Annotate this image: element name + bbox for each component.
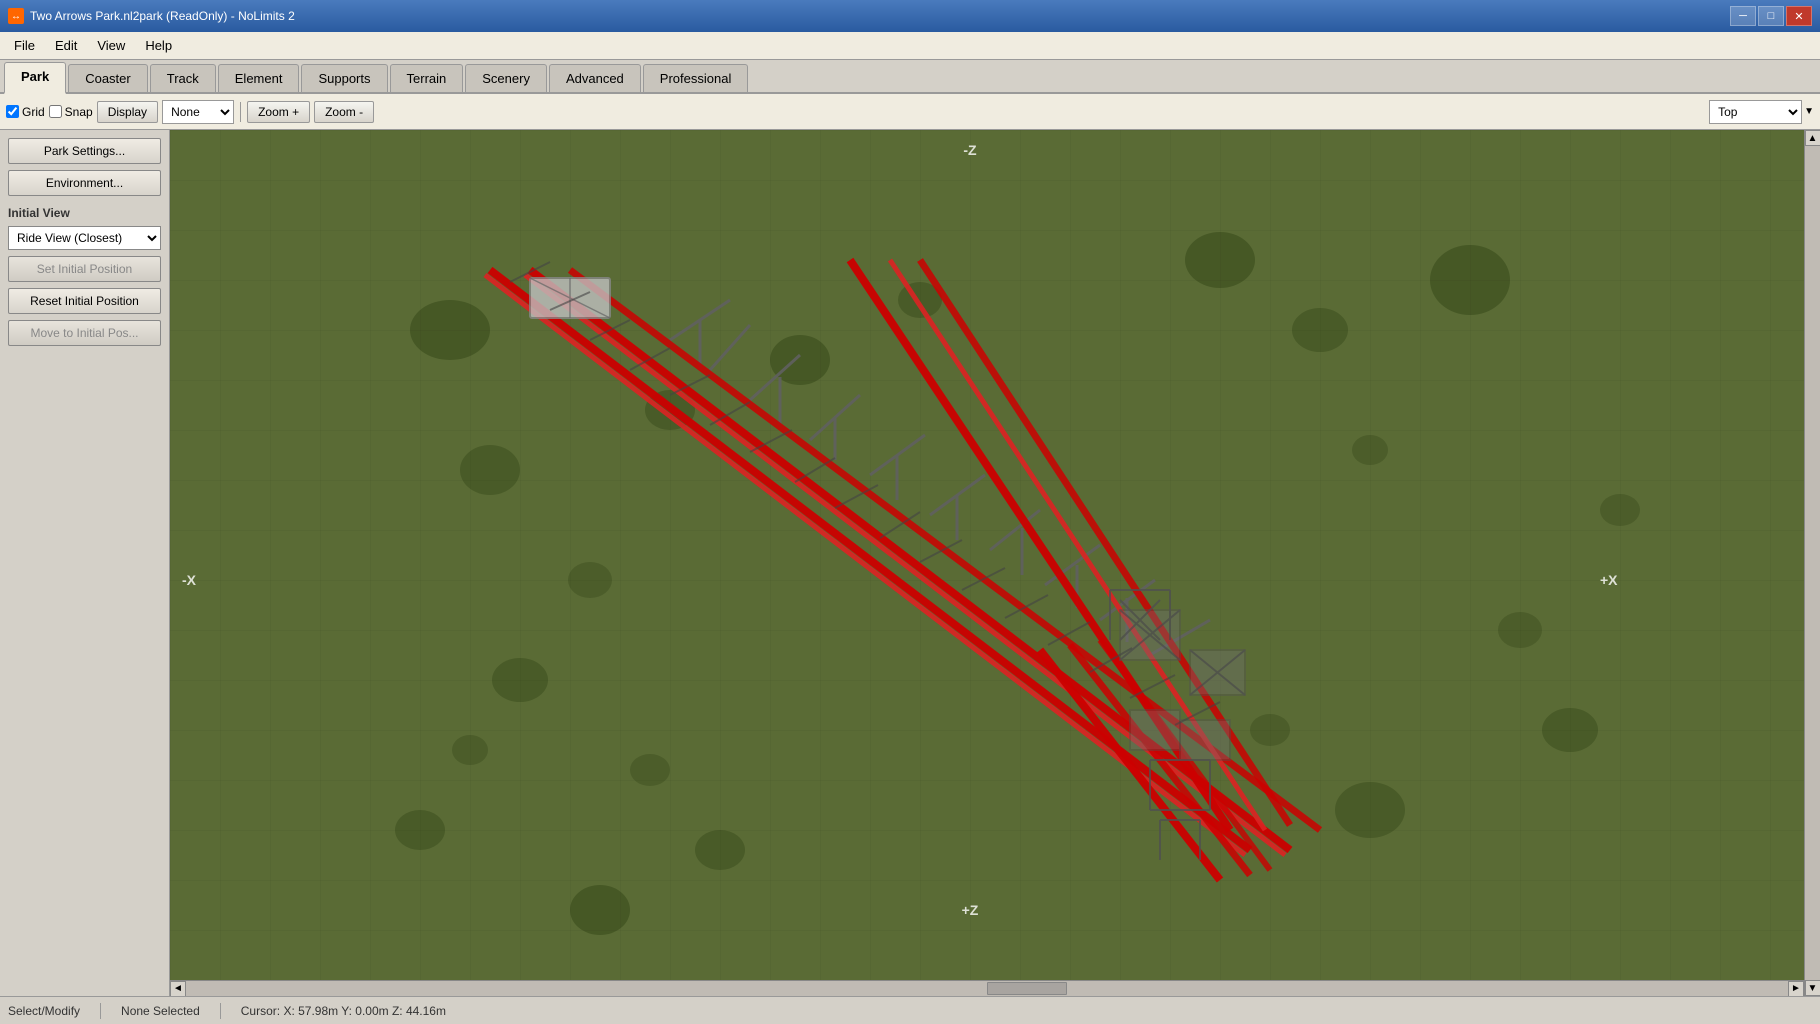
status-mode: Select/Modify	[8, 1004, 80, 1018]
minus-z-label: -Z	[963, 142, 977, 158]
grid-checkbox[interactable]	[6, 105, 19, 118]
window-controls: ─ □ ✕	[1730, 6, 1812, 26]
horizontal-scrollbar: ◄ ►	[170, 980, 1804, 996]
vscroll-down-arrow[interactable]: ▼	[1805, 980, 1820, 996]
reset-initial-position-button[interactable]: Reset Initial Position	[8, 288, 161, 314]
menu-help[interactable]: Help	[135, 34, 182, 57]
tab-scenery[interactable]: Scenery	[465, 64, 547, 92]
environment-button[interactable]: Environment...	[8, 170, 161, 196]
tab-element[interactable]: Element	[218, 64, 300, 92]
viewport-canvas: -Z +Z -X +X	[170, 130, 1804, 996]
hscroll-track[interactable]	[186, 981, 1788, 996]
status-selection: None Selected	[121, 1004, 200, 1018]
snap-checkbox[interactable]	[49, 105, 62, 118]
sidebar: Park Settings... Environment... Initial …	[0, 130, 170, 996]
menu-edit[interactable]: Edit	[45, 34, 87, 57]
viewport[interactable]: -Z +Z -X +X ◄ ►	[170, 130, 1804, 996]
maximize-button[interactable]: □	[1758, 6, 1784, 26]
view-select-container: Top Front Side Perspective ▼	[1709, 100, 1814, 124]
separator-1	[240, 102, 241, 122]
plus-x-label: +X	[1600, 572, 1618, 588]
vertical-scrollbar: ▲ ▼	[1804, 130, 1820, 996]
tab-track[interactable]: Track	[150, 64, 216, 92]
initial-view-label: Initial View	[8, 206, 161, 220]
titlebar: ↔ Two Arrows Park.nl2park (ReadOnly) - N…	[0, 0, 1820, 32]
tab-professional[interactable]: Professional	[643, 64, 749, 92]
vscroll-up-arrow[interactable]: ▲	[1805, 130, 1820, 146]
tab-terrain[interactable]: Terrain	[390, 64, 464, 92]
tab-advanced[interactable]: Advanced	[549, 64, 641, 92]
ride-view-select[interactable]: Ride View (Closest) Ride View (First) Wa…	[8, 226, 161, 250]
display-button[interactable]: Display	[97, 101, 158, 123]
hscroll-right-arrow[interactable]: ►	[1788, 981, 1804, 997]
menu-file[interactable]: File	[4, 34, 45, 57]
park-settings-button[interactable]: Park Settings...	[8, 138, 161, 164]
main-area: Park Settings... Environment... Initial …	[0, 130, 1820, 996]
set-initial-position-button[interactable]: Set Initial Position	[8, 256, 161, 282]
grid-label: Grid	[22, 105, 45, 119]
status-cursor: Cursor: X: 57.98m Y: 0.00m Z: 44.16m	[241, 1004, 446, 1018]
hscroll-thumb[interactable]	[987, 982, 1067, 995]
vscroll-track[interactable]	[1805, 146, 1820, 980]
menu-view[interactable]: View	[87, 34, 135, 57]
hscroll-left-arrow[interactable]: ◄	[170, 981, 186, 997]
tab-park[interactable]: Park	[4, 62, 66, 94]
window-title: Two Arrows Park.nl2park (ReadOnly) - NoL…	[30, 9, 295, 23]
app-icon: ↔	[8, 8, 24, 24]
tab-supports[interactable]: Supports	[301, 64, 387, 92]
display-select[interactable]: None All Custom	[162, 100, 234, 124]
minimize-button[interactable]: ─	[1730, 6, 1756, 26]
snap-label: Snap	[65, 105, 93, 119]
status-divider-2	[220, 1003, 221, 1019]
tab-coaster[interactable]: Coaster	[68, 64, 148, 92]
move-to-initial-position-button[interactable]: Move to Initial Pos...	[8, 320, 161, 346]
zoom-plus-button[interactable]: Zoom +	[247, 101, 310, 123]
menubar: File Edit View Help	[0, 32, 1820, 60]
status-divider-1	[100, 1003, 101, 1019]
grid-checkbox-label[interactable]: Grid	[6, 105, 45, 119]
viewport-and-scrollbar: -Z +Z -X +X ◄ ►	[170, 130, 1820, 996]
viewport-wrapper: -Z +Z -X +X ◄ ►	[170, 130, 1820, 996]
toolbar: Grid Snap Display None All Custom Zoom +…	[0, 94, 1820, 130]
plus-z-label: +Z	[962, 902, 979, 918]
snap-checkbox-label[interactable]: Snap	[49, 105, 93, 119]
zoom-minus-button[interactable]: Zoom -	[314, 101, 374, 123]
statusbar: Select/Modify None Selected Cursor: X: 5…	[0, 996, 1820, 1024]
view-select[interactable]: Top Front Side Perspective	[1709, 100, 1802, 124]
close-button[interactable]: ✕	[1786, 6, 1812, 26]
tabbar: Park Coaster Track Element Supports Terr…	[0, 60, 1820, 94]
minus-x-label: -X	[182, 572, 197, 588]
view-dropdown-arrow[interactable]: ▼	[1804, 106, 1814, 117]
